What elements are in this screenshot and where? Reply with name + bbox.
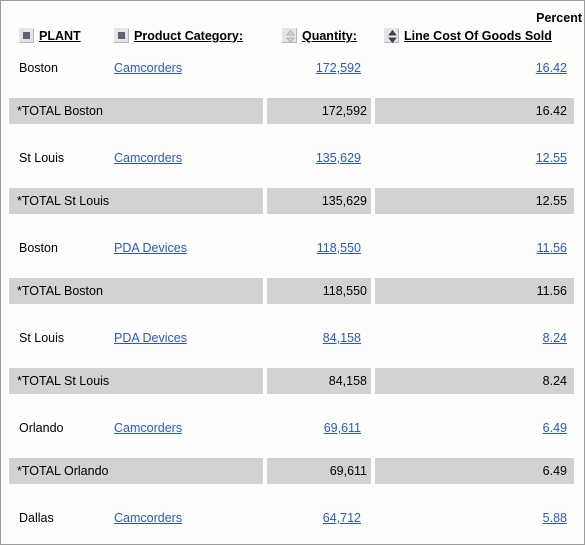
cell-product-category-link[interactable]: Camcorders [114,511,182,525]
sort-updown-icon[interactable] [282,28,297,43]
total-row-percent: 16.42 [535,104,567,118]
table-header-row: Percent PLANT Product Category: Quantity… [1,1,584,47]
cell-product-category: Camcorders [114,151,182,165]
cell-plant: Boston [19,61,58,75]
report-grid: Percent PLANT Product Category: Quantity… [1,1,584,544]
cell-percent-link[interactable]: 11.56 [537,241,567,255]
column-header-quantity-label: Quantity: [302,29,357,43]
cell-plant: St Louis [19,331,65,345]
table-row: St Louis Camcorders 135,629 12.55 [1,137,584,182]
total-row-percent: 12.55 [535,194,567,208]
table-row: Boston Camcorders 172,592 16.42 [1,47,584,92]
cell-percent-link[interactable]: 16.42 [536,61,567,75]
cell-plant: St Louis [19,151,65,165]
cell-product-category: Camcorders [114,421,182,435]
total-row-label: *TOTAL Boston [17,284,103,298]
cell-quantity: 172,592 [191,61,361,75]
table-total-row: *TOTAL Boston 118,550 11.56 [1,272,584,317]
column-header-line-cost-of-goods-sold-label: Line Cost Of Goods Sold [404,29,552,43]
group-square-icon[interactable] [19,28,34,43]
cell-quantity: 84,158 [191,331,361,345]
cell-quantity-link[interactable]: 118,550 [317,241,361,255]
total-row-label: *TOTAL St Louis [17,194,110,208]
total-row-label: *TOTAL St Louis [17,374,110,388]
column-header-product-category[interactable]: Product Category: [114,28,243,43]
total-row-quantity: 84,158 [328,374,367,388]
sort-updown-icon[interactable] [384,28,399,43]
cell-plant: Orlando [19,421,64,435]
column-header-quantity[interactable]: Quantity: [282,28,357,43]
cell-product-category: PDA Devices [114,241,187,255]
cell-plant: Dallas [19,511,54,525]
cell-product-category-link[interactable]: Camcorders [114,421,182,435]
total-row-quantity: 135,629 [321,194,367,208]
table-row: St Louis PDA Devices 84,158 8.24 [1,317,584,362]
cell-percent: 8.24 [401,331,567,345]
cell-quantity: 118,550 [191,241,361,255]
table-total-row: *TOTAL Orlando 69,611 6.49 [1,452,584,497]
cell-quantity: 135,629 [191,151,361,165]
cell-product-category-link[interactable]: Camcorders [114,151,182,165]
table-body: Boston Camcorders 172,592 16.42 *TOTAL Bosto… [1,47,584,542]
cell-product-category: PDA Devices [114,331,187,345]
column-header-plant-label: PLANT [39,29,81,43]
cell-percent: 16.42 [401,61,567,75]
total-row-label: *TOTAL Orlando [17,464,109,478]
total-row-percent: 6.49 [542,464,567,478]
table-row: Boston PDA Devices 118,550 11.56 [1,227,584,272]
total-row-quantity: 172,592 [321,104,367,118]
total-row-label: *TOTAL Boston [17,104,103,118]
cell-percent-link[interactable]: 12.55 [536,151,567,165]
column-header-plant[interactable]: PLANT [19,28,81,43]
table-total-row: *TOTAL Boston 172,592 16.42 [1,92,584,137]
column-header-line-cost-of-goods-sold[interactable]: Line Cost Of Goods Sold [384,28,552,43]
report-page: Percent PLANT Product Category: Quantity… [0,0,585,545]
cell-quantity-link[interactable]: 84,158 [323,331,361,345]
cell-percent-link[interactable]: 8.24 [543,331,567,345]
cell-percent: 6.49 [401,421,567,435]
cell-percent-link[interactable]: 5.88 [543,511,567,525]
total-row-percent: 8.24 [542,374,567,388]
total-row-quantity: 69,611 [329,464,367,478]
group-square-icon[interactable] [114,28,129,43]
total-row-quantity: 118,550 [322,284,367,298]
cell-quantity: 69,611 [191,421,361,435]
cell-product-category: Camcorders [114,511,182,525]
cell-quantity: 64,712 [191,511,361,525]
total-row-percent: 11.56 [536,284,567,298]
table-row: Dallas Camcorders 64,712 5.88 [1,497,584,542]
table-total-row: *TOTAL St Louis 84,158 8.24 [1,362,584,407]
cell-percent: 11.56 [401,241,567,255]
table-row: Orlando Camcorders 69,611 6.49 [1,407,584,452]
cell-percent-link[interactable]: 6.49 [543,421,567,435]
column-header-product-category-label: Product Category: [134,29,244,43]
cell-product-category-link[interactable]: PDA Devices [114,331,187,345]
cell-quantity-link[interactable]: 172,592 [316,61,361,75]
cell-product-category-link[interactable]: PDA Devices [114,241,187,255]
cell-product-category: Camcorders [114,61,182,75]
cell-percent: 12.55 [401,151,567,165]
cell-plant: Boston [19,241,58,255]
cell-product-category-link[interactable]: Camcorders [114,61,182,75]
cell-quantity-link[interactable]: 64,712 [323,511,361,525]
percent-prefix-label: Percent [536,11,582,25]
cell-percent: 5.88 [401,511,567,525]
cell-quantity-link[interactable]: 69,611 [324,421,361,435]
cell-quantity-link[interactable]: 135,629 [316,151,361,165]
table-total-row: *TOTAL St Louis 135,629 12.55 [1,182,584,227]
